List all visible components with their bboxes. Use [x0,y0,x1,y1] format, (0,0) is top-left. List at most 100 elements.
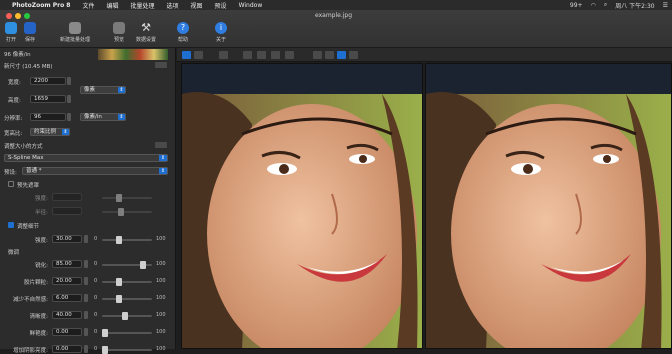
slider-knob[interactable] [102,346,108,354]
pre-radius-label: 半径: [35,210,48,216]
sharpen-strength-slider[interactable] [102,236,152,244]
side-by-side-view-icon[interactable] [337,51,346,59]
processing-row-slider[interactable] [102,329,152,337]
help-button[interactable]: ? 帮助 [177,22,189,43]
processing-row-stepper[interactable] [84,260,88,268]
new-batch-button[interactable]: 新建批量处理 [60,22,90,43]
slider-knob[interactable] [116,278,122,286]
about-button[interactable]: i 关于 [215,22,227,43]
slider-knob[interactable] [122,312,128,320]
processing-row-label: 胶片颗粒: [24,280,48,286]
chevron-down-icon: ⇕ [118,87,125,93]
pre-radius-slider[interactable] [102,208,152,216]
slider-knob[interactable] [116,295,122,303]
preset-select[interactable]: 普通 * ⇕ [22,167,168,175]
slider-knob[interactable] [102,329,108,337]
menu-presets[interactable]: 预设 [215,1,227,10]
menu-list-icon[interactable]: ☰ [663,2,668,9]
slider-min-label: 0 [94,278,98,284]
preset-label: 预设: [4,170,17,176]
actual-size-icon[interactable] [285,51,294,59]
processing-row-stepper[interactable] [84,328,88,336]
method-options-icon[interactable] [155,142,167,148]
save-button[interactable]: 保存 [24,22,36,43]
new-size-options-icon[interactable] [155,62,167,68]
pre-strength-slider[interactable] [102,194,152,202]
preview-button[interactable]: 预览 [113,22,125,43]
height-field[interactable]: 1659 [30,95,66,103]
processing-row-slider[interactable] [102,295,152,303]
processing-row-stepper[interactable] [84,294,88,302]
crop-tool-icon[interactable] [194,51,203,59]
maximize-icon[interactable] [24,13,30,19]
zoom-in-icon[interactable] [271,51,280,59]
menu-file[interactable]: 文件 [82,1,94,10]
menu-edit[interactable]: 编辑 [106,1,118,10]
aspect-label: 宽高比: [4,131,23,137]
processing-row-field[interactable]: 40.00 [52,311,82,319]
search-icon[interactable]: ⌕ [604,1,607,9]
preview-split-icon[interactable] [219,51,228,59]
minimize-icon[interactable] [15,13,21,19]
slider-min-label: 0 [94,346,98,352]
processing-row-slider[interactable] [102,312,152,320]
slider-max-label: 100 [156,261,166,267]
pre-strength-label: 强度: [35,196,48,202]
single-view-icon[interactable] [313,51,322,59]
slider-max-label: 100 [156,278,166,284]
preview-result[interactable] [425,63,672,349]
portrait-image [182,64,422,348]
sharpen-label: 调整细节 [17,224,40,230]
unit-select[interactable]: 像素 ⇕ [80,86,126,94]
data-settings-button[interactable]: ⚒ 数据设置 [136,21,156,44]
menu-view[interactable]: 视图 [191,1,203,10]
pre-sharpen-checkbox[interactable] [8,181,14,187]
hand-tool-icon[interactable] [182,51,191,59]
pre-radius-field[interactable] [52,207,82,215]
processing-row-field[interactable]: 0.00 [52,345,82,353]
preview-original[interactable] [181,63,423,349]
tools-icon: ⚒ [141,21,151,34]
quad-view-icon[interactable] [349,51,358,59]
processing-row-stepper[interactable] [84,277,88,285]
resolution-field[interactable]: 96 [30,113,66,121]
processing-row-stepper[interactable] [84,311,88,319]
method-select[interactable]: S-Spline Max ⇕ [4,154,168,162]
processing-row-field[interactable]: 85.00 [52,260,82,268]
sharpen-strength-stepper[interactable] [84,235,88,243]
processing-row-field[interactable]: 20.00 [52,277,82,285]
menu-batch[interactable]: 批量处理 [131,1,155,10]
processing-row-slider[interactable] [102,261,152,269]
processing-row-field[interactable]: 0.00 [52,328,82,336]
battery-status[interactable]: 99+ [570,2,583,9]
menu-app-name[interactable]: PhotoZoom Pro 8 [12,2,70,9]
width-stepper[interactable] [67,77,71,85]
sharpen-strength-field[interactable]: 30.00 [52,235,82,243]
processing-row-field[interactable]: 6.00 [52,294,82,302]
sharpen-checkbox[interactable] [8,222,14,228]
menu-bar: PhotoZoom Pro 8 文件 编辑 批量处理 选项 视图 预设 Wind… [0,0,672,10]
thumbnail-strip[interactable] [98,49,168,60]
processing-row-stepper[interactable] [84,345,88,353]
aspect-select[interactable]: 约束比例 ⇕ [30,128,70,136]
zoom-out-icon[interactable] [257,51,266,59]
processing-label: 微调 [8,250,20,256]
slider-knob[interactable] [140,261,146,269]
chevron-down-icon: ⇕ [62,129,69,135]
menu-window[interactable]: Window [239,2,263,9]
zoom-fit-icon[interactable] [243,51,252,59]
clock[interactable]: 周八 下午2:30 [615,1,654,10]
close-icon[interactable] [6,13,12,19]
processing-row-slider[interactable] [102,278,152,286]
width-field[interactable]: 2200 [30,77,66,85]
open-button[interactable]: 打开 [5,22,17,43]
slider-max-label: 100 [156,312,166,318]
processing-row-slider[interactable] [102,346,152,354]
pre-strength-field[interactable] [52,193,82,201]
height-stepper[interactable] [67,95,71,103]
resolution-stepper[interactable] [67,113,71,121]
split-view-icon[interactable] [325,51,334,59]
wifi-icon[interactable]: ◠ [591,2,596,9]
menu-options[interactable]: 选项 [167,1,179,10]
resolution-unit-select[interactable]: 像素/in ⇕ [80,113,126,121]
